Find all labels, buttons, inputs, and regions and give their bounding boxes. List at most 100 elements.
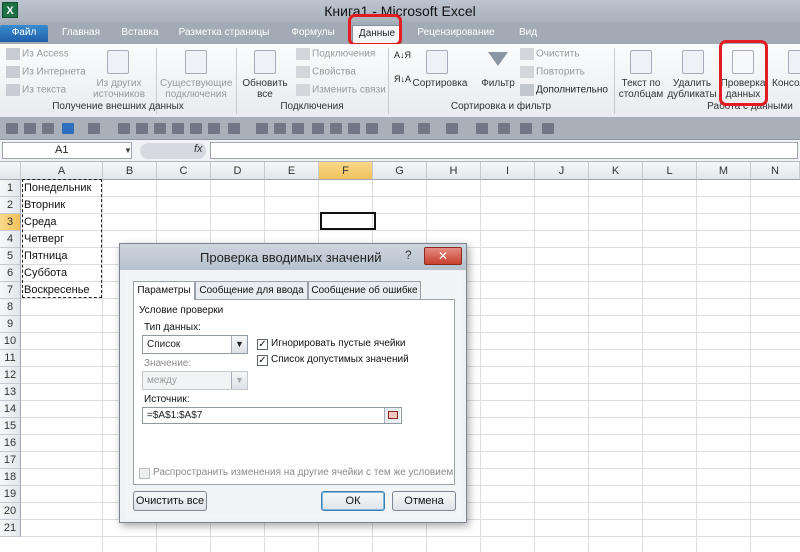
italic-icon[interactable] <box>190 123 202 134</box>
row-header-2[interactable]: 2 <box>0 197 21 214</box>
strikethrough-icon[interactable] <box>208 123 220 134</box>
chevron-down-icon[interactable]: ▼ <box>231 336 247 353</box>
row-header-19[interactable]: 19 <box>0 486 21 503</box>
existing-connections-button[interactable]: Существующие подключения <box>160 78 232 100</box>
row-header-16[interactable]: 16 <box>0 435 21 452</box>
row-header-5[interactable]: 5 <box>0 248 21 265</box>
tab-error-alert[interactable]: Сообщение об ошибке <box>308 281 421 299</box>
row-header-14[interactable]: 14 <box>0 401 21 418</box>
column-header-l[interactable]: L <box>643 162 697 180</box>
save-icon[interactable] <box>6 123 18 134</box>
sort-asc-icon[interactable] <box>136 123 148 134</box>
column-header-g[interactable]: G <box>373 162 427 180</box>
row-header-1[interactable]: 1 <box>0 180 21 197</box>
in-cell-dropdown-checkbox[interactable]: ✓ <box>257 355 268 366</box>
row-header-11[interactable]: 11 <box>0 350 21 367</box>
column-header-e[interactable]: E <box>265 162 319 180</box>
sort-az-button[interactable]: А↓Я <box>394 50 411 60</box>
column-header-m[interactable]: M <box>697 162 751 180</box>
row-header-15[interactable]: 15 <box>0 418 21 435</box>
row-header-12[interactable]: 12 <box>0 367 21 384</box>
data-type-select[interactable]: Список ▼ <box>142 335 248 354</box>
tab-formulas[interactable]: Формулы <box>284 25 342 42</box>
fill-color-icon[interactable] <box>418 123 430 134</box>
close-button[interactable]: ✕ <box>424 247 462 265</box>
edit-links-button[interactable]: Изменить связи <box>296 84 386 96</box>
row-header-7[interactable]: 7 <box>0 282 21 299</box>
tab-page-layout[interactable]: Разметка страницы <box>172 25 276 42</box>
align-left-icon[interactable] <box>256 123 268 134</box>
column-header-f[interactable]: F <box>319 162 373 180</box>
tab-insert[interactable]: Вставка <box>114 25 166 42</box>
help-button[interactable]: ? <box>405 248 412 262</box>
from-other-sources-button[interactable]: Из других источников <box>92 78 146 100</box>
cancel-button[interactable]: Отмена <box>392 491 456 511</box>
active-cell[interactable] <box>320 212 376 230</box>
row-header-3[interactable]: 3 <box>0 214 21 231</box>
row-header-17[interactable]: 17 <box>0 452 21 469</box>
tab-view[interactable]: Вид <box>510 25 546 42</box>
text-to-columns-button[interactable]: Текст по столбцам <box>616 78 666 100</box>
outdent-icon[interactable] <box>366 123 378 134</box>
undo-icon[interactable] <box>62 123 74 134</box>
column-header-h[interactable]: H <box>427 162 481 180</box>
insert-function-button[interactable]: fx <box>194 143 203 155</box>
column-header-j[interactable]: J <box>535 162 589 180</box>
reapply-button[interactable]: Повторить <box>520 66 585 78</box>
column-header-k[interactable]: K <box>589 162 643 180</box>
row-header-13[interactable]: 13 <box>0 384 21 401</box>
table-icon[interactable] <box>498 123 510 134</box>
redo-icon[interactable] <box>88 123 100 134</box>
formula-input[interactable] <box>210 142 798 159</box>
tab-home[interactable]: Главная <box>54 25 108 42</box>
consolidate-button[interactable]: Консол <box>772 78 800 89</box>
row-header-10[interactable]: 10 <box>0 333 21 350</box>
sort-za-button[interactable]: Я↓А <box>394 74 411 84</box>
indent-icon[interactable] <box>348 123 360 134</box>
row-header-20[interactable]: 20 <box>0 503 21 520</box>
advanced-filter-button[interactable]: Дополнительно <box>520 84 608 96</box>
sort-button[interactable]: Сортировка <box>412 78 468 89</box>
underline-icon[interactable] <box>228 123 240 134</box>
column-header-b[interactable]: B <box>103 162 157 180</box>
merge-icon[interactable] <box>330 123 342 134</box>
clear-all-button[interactable]: Очистить все <box>133 491 207 511</box>
from-web-button[interactable]: Из Интернета <box>6 66 86 78</box>
format-painter-icon[interactable] <box>476 123 488 134</box>
select-all-corner[interactable] <box>0 162 21 180</box>
shapes-icon[interactable] <box>542 123 554 134</box>
row-header-4[interactable]: 4 <box>0 231 21 248</box>
column-header-c[interactable]: C <box>157 162 211 180</box>
clear-filter-button[interactable]: Очистить <box>520 48 580 60</box>
justify-icon[interactable] <box>312 123 324 134</box>
print-icon[interactable] <box>24 123 36 134</box>
row-header-8[interactable]: 8 <box>0 299 21 316</box>
properties-button[interactable]: Свойства <box>296 66 356 78</box>
tab-input-message[interactable]: Сообщение для ввода <box>195 281 308 299</box>
align-right-icon[interactable] <box>292 123 304 134</box>
borders-icon[interactable] <box>392 123 404 134</box>
preview-icon[interactable] <box>42 123 54 134</box>
column-header-d[interactable]: D <box>211 162 265 180</box>
row-header-18[interactable]: 18 <box>0 469 21 486</box>
chart-icon[interactable] <box>520 123 532 134</box>
collapse-dialog-icon[interactable] <box>384 408 400 423</box>
column-header-i[interactable]: I <box>481 162 535 180</box>
sum-icon[interactable] <box>118 123 130 134</box>
remove-duplicates-button[interactable]: Удалить дубликаты <box>666 78 718 100</box>
name-box[interactable]: A1 <box>2 142 132 159</box>
bold-icon[interactable] <box>172 123 184 134</box>
source-input[interactable]: =$A$1:$A$7 <box>142 407 402 424</box>
sort-desc-icon[interactable] <box>154 123 166 134</box>
name-box-dropdown-icon[interactable]: ▼ <box>124 146 132 155</box>
row-header-9[interactable]: 9 <box>0 316 21 333</box>
row-header-6[interactable]: 6 <box>0 265 21 282</box>
tab-review[interactable]: Рецензирование <box>408 25 504 42</box>
align-center-icon[interactable] <box>274 123 286 134</box>
tab-file[interactable]: Файл <box>0 25 48 42</box>
tab-parameters[interactable]: Параметры <box>133 281 195 300</box>
filter-button[interactable]: Фильтр <box>476 78 520 89</box>
refresh-all-button[interactable]: Обновить все <box>238 78 292 100</box>
column-header-a[interactable]: A <box>21 162 103 180</box>
font-color-icon[interactable] <box>446 123 458 134</box>
